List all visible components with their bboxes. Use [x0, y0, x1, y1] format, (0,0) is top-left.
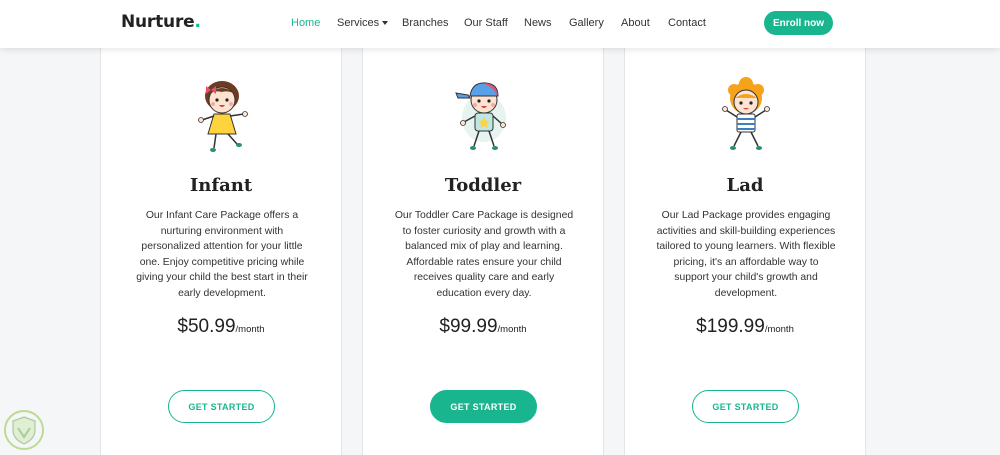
brand-dot: . [194, 12, 201, 32]
caret-down-icon [382, 21, 389, 26]
package-price: $50.99/month [101, 316, 341, 338]
nav-branches[interactable]: Branches [402, 17, 448, 29]
nav-services[interactable]: Services [337, 17, 389, 29]
price-amount: $199.99 [696, 316, 765, 337]
boy-curly-hair-illustration-icon [722, 77, 770, 150]
package-description: Our Infant Care Package offers a nurturi… [136, 210, 308, 299]
package-title: Toddler [444, 175, 522, 196]
boy-cap-illustration-icon [455, 82, 506, 150]
package-description: Our Toddler Care Package is designed to … [394, 210, 574, 299]
enroll-now-button[interactable]: Enroll now [764, 11, 833, 35]
price-amount: $99.99 [439, 316, 498, 337]
price-amount: $50.99 [177, 316, 236, 337]
price-period: /month [497, 324, 527, 335]
nav-about[interactable]: About [621, 17, 650, 29]
package-description: Our Lad Package provides engaging activi… [656, 210, 836, 299]
brand-logo[interactable]: Nurture. [121, 12, 201, 32]
nav-gallery[interactable]: Gallery [569, 17, 604, 29]
package-price: $99.99/month [363, 316, 603, 338]
brand-name: Nurture [121, 12, 195, 32]
get-started-button[interactable]: GET STARTED [692, 390, 799, 423]
package-card-infant: Infant Our Infant Care Package offers a … [100, 40, 342, 455]
nav-contact[interactable]: Contact [668, 17, 706, 29]
package-card-toddler: Toddler Our Toddler Care Package is desi… [362, 40, 604, 455]
top-navbar: Nurture. Home Services Branches Our Staf… [0, 0, 1000, 48]
package-card-lad: Lad Our Lad Package provides engaging ac… [624, 40, 866, 455]
nav-our-staff[interactable]: Our Staff [464, 17, 508, 29]
nav-services-label: Services [337, 17, 380, 29]
get-started-button[interactable]: GET STARTED [168, 390, 275, 423]
package-price: $199.99/month [625, 316, 865, 338]
price-period: /month [235, 324, 265, 335]
get-started-button[interactable]: GET STARTED [430, 390, 537, 423]
watermark-shield-icon [4, 410, 44, 450]
nav-home[interactable]: Home [291, 17, 320, 29]
nav-news[interactable]: News [524, 17, 552, 29]
price-period: /month [764, 324, 794, 335]
package-title: Lad [726, 175, 764, 196]
girl-illustration-icon [198, 81, 248, 152]
package-title: Infant [189, 175, 253, 196]
